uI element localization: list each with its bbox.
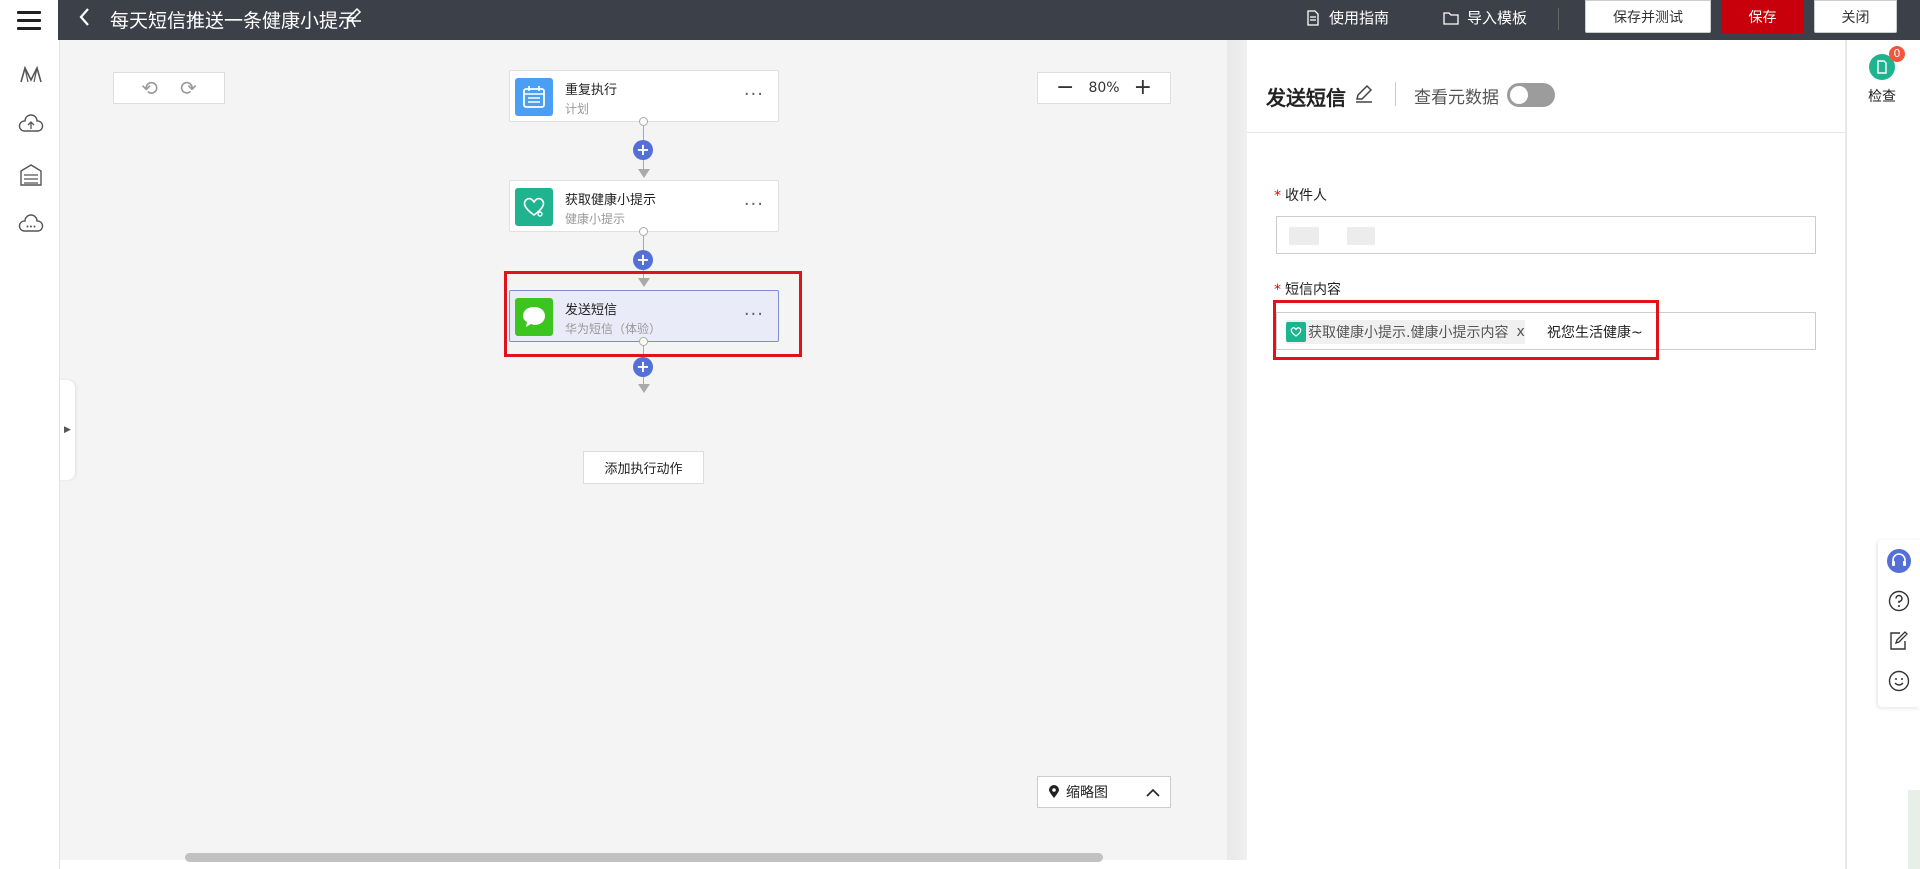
undo-icon[interactable]: ⟲: [141, 78, 158, 98]
edit-title-icon[interactable]: [345, 6, 363, 29]
properties-panel: 发送短信 查看元数据 * 收件人 * 短信内容 获取健康小提示.健康小提示内容 x …: [1247, 40, 1847, 869]
content-label: * 短信内容: [1274, 279, 1341, 299]
chevron-up-icon: [1146, 788, 1160, 797]
redacted-value: [1289, 227, 1319, 245]
warehouse-icon[interactable]: [18, 162, 44, 188]
connector-line: [643, 126, 644, 141]
connector-line: [643, 346, 644, 356]
document-icon: [1307, 9, 1319, 26]
save-button[interactable]: 保存: [1721, 0, 1804, 33]
usage-guide-label: 使用指南: [1329, 9, 1390, 27]
redo-icon[interactable]: ⟳: [180, 78, 197, 98]
edit-pencil-icon[interactable]: [1353, 82, 1375, 104]
panel-divider-line: [1247, 132, 1847, 133]
node-more-menu-icon[interactable]: ···: [744, 194, 764, 215]
panel-title: 发送短信: [1266, 86, 1346, 110]
folder-icon: [1443, 11, 1459, 25]
redacted-value: [1347, 227, 1375, 245]
chip-remove-button[interactable]: x: [1516, 324, 1524, 340]
flow-title: 每天短信推送一条健康小提示: [110, 10, 358, 32]
flow-node-schedule[interactable]: 重复执行 计划 ···: [509, 70, 779, 122]
save-and-test-button[interactable]: 保存并测试: [1585, 0, 1711, 33]
node-subtitle: 华为短信（体验）: [565, 322, 662, 336]
flow-node-send-sms[interactable]: 发送短信 华为短信（体验） ···: [509, 290, 779, 342]
add-step-button[interactable]: +: [633, 357, 653, 377]
check-label: 检查: [1868, 89, 1896, 105]
help-question-icon[interactable]: [1886, 588, 1912, 614]
variable-chip: 获取健康小提示.健康小提示内容 x: [1286, 320, 1525, 344]
heart-stethoscope-icon: [515, 188, 553, 226]
headset-support-icon[interactable]: [1886, 548, 1912, 574]
check-count-badge: 0: [1889, 46, 1905, 62]
close-button[interactable]: 关闭: [1814, 0, 1897, 33]
location-pin-icon: [1049, 785, 1059, 798]
add-action-button[interactable]: 添加执行动作: [583, 451, 704, 484]
node-subtitle: 计划: [565, 102, 590, 116]
minimap-label: 缩略图: [1066, 785, 1108, 801]
view-metadata-label: 查看元数据: [1414, 88, 1499, 108]
minimap-toggle[interactable]: 缩略图: [1037, 776, 1171, 808]
connector-dot: [639, 227, 648, 236]
zoom-in-button[interactable]: +: [1134, 77, 1152, 99]
node-title: 重复执行: [565, 83, 618, 98]
connector-line: [643, 270, 644, 278]
floating-toolbar: [1878, 540, 1920, 707]
usage-guide-link[interactable]: 使用指南: [1305, 7, 1389, 28]
node-more-menu-icon[interactable]: ···: [744, 84, 764, 105]
back-arrow-icon[interactable]: [78, 7, 90, 32]
feedback-edit-icon[interactable]: [1886, 628, 1912, 654]
connector-arrow: [638, 169, 650, 178]
sms-content-input[interactable]: 获取健康小提示.健康小提示内容 x 祝您生活健康~: [1276, 312, 1816, 350]
node-title: 发送短信: [565, 303, 618, 318]
side-scrollbar[interactable]: [1908, 790, 1920, 869]
content-label-text: 短信内容: [1285, 282, 1341, 298]
import-template-label: 导入模板: [1467, 9, 1528, 27]
cloud-more-icon[interactable]: [18, 212, 44, 238]
message-bubble-icon: [515, 298, 553, 336]
left-sidebar: [0, 40, 60, 869]
panel-title-divider: [1395, 82, 1396, 106]
connector-dot: [639, 337, 648, 346]
undo-redo-toolbar: ⟲ ⟳: [113, 72, 225, 104]
recipient-label-text: 收件人: [1285, 188, 1327, 204]
node-subtitle: 健康小提示: [565, 212, 626, 226]
add-step-button[interactable]: +: [633, 250, 653, 270]
import-template-link[interactable]: 导入模板: [1443, 7, 1527, 28]
panel-right-border: [1845, 40, 1847, 869]
calendar-icon: [515, 78, 553, 116]
chip-text: 获取健康小提示.健康小提示内容: [1308, 325, 1509, 341]
required-mark: *: [1274, 282, 1281, 298]
hamburger-icon: [17, 11, 41, 30]
add-step-button[interactable]: +: [633, 140, 653, 160]
recipient-label: * 收件人: [1274, 185, 1327, 205]
panel-divider: [1227, 40, 1247, 860]
zoom-level: 80%: [1088, 80, 1120, 96]
expand-sidebar-toggle[interactable]: ▶: [60, 380, 75, 480]
smiley-feedback-icon[interactable]: [1886, 668, 1912, 694]
connector-line: [643, 377, 644, 384]
horizontal-scrollbar[interactable]: [185, 853, 1103, 862]
cloud-upload-icon[interactable]: [18, 112, 44, 138]
zoom-out-button[interactable]: −: [1056, 77, 1074, 99]
file-icon: [1877, 60, 1887, 74]
logo-m-icon[interactable]: [18, 62, 44, 88]
view-metadata-toggle[interactable]: [1507, 83, 1555, 107]
node-more-menu-icon[interactable]: ···: [744, 304, 764, 325]
connector-dot: [639, 117, 648, 126]
connector-line: [643, 236, 644, 250]
connector-arrow: [638, 278, 650, 287]
zoom-control: − 80% +: [1037, 72, 1171, 104]
sms-content-text: 祝您生活健康~: [1547, 325, 1643, 341]
right-sidebar: 0 检查: [1849, 40, 1920, 869]
connector-arrow: [638, 384, 650, 393]
flow-node-health-tip[interactable]: 获取健康小提示 健康小提示 ···: [509, 180, 779, 232]
required-mark: *: [1274, 188, 1281, 204]
toolbar-divider: [1558, 8, 1559, 30]
menu-button[interactable]: [0, 0, 58, 40]
node-title: 获取健康小提示: [565, 193, 657, 208]
heart-stethoscope-icon: [1286, 322, 1306, 342]
recipient-input[interactable]: [1276, 216, 1816, 254]
top-bar: 每天短信推送一条健康小提示 使用指南 导入模板 保存并测试 保存 关闭: [0, 0, 1920, 40]
